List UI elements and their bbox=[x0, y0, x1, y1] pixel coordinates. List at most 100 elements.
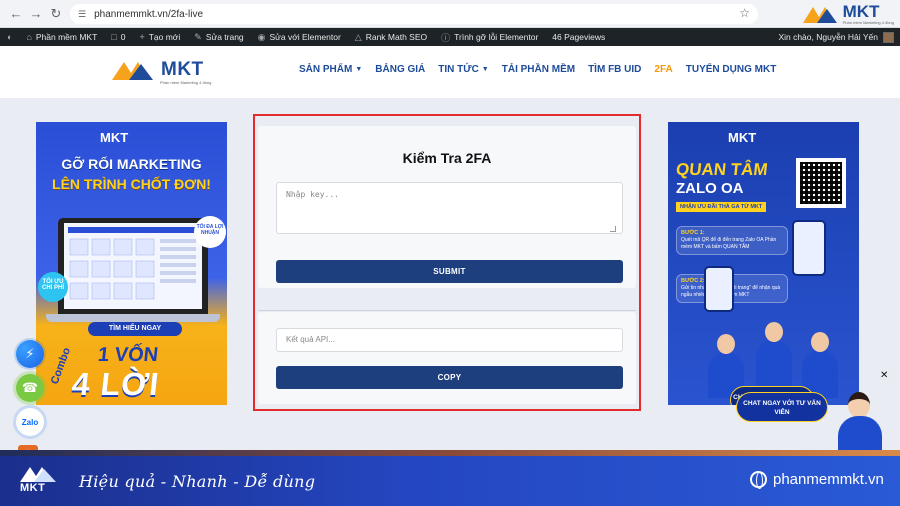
left-banner-big-2: 4 LỜI bbox=[70, 366, 162, 402]
laptop-base bbox=[46, 314, 220, 322]
left-banner-headline-1: GỠ RỐI MARKETING bbox=[61, 156, 202, 172]
nav-label: 2FA bbox=[654, 64, 673, 75]
home-icon: ⌂ bbox=[26, 32, 32, 42]
close-icon[interactable]: ✕ bbox=[880, 370, 888, 381]
nav-label: TÌM FB UID bbox=[588, 64, 642, 75]
footer-website[interactable]: phanmemmkt.vn bbox=[750, 471, 884, 489]
wp-elementor-label: Sửa với Elementor bbox=[269, 32, 341, 42]
bookmark-star-icon[interactable]: ☆ bbox=[739, 6, 750, 20]
reload-icon[interactable]: ↻ bbox=[46, 4, 66, 24]
nav-item-tim-fb-uid[interactable]: TÌM FB UID bbox=[588, 64, 641, 75]
zalo-label: Zalo bbox=[21, 417, 39, 427]
wp-site-name: Phần mềm MKT bbox=[35, 32, 98, 42]
right-banner-headline-1: QUAN TÂM bbox=[675, 160, 769, 179]
wp-elementor-item[interactable]: ◉ Sửa với Elementor bbox=[251, 32, 348, 43]
laptop-illustration bbox=[58, 218, 208, 314]
right-banner-headline-2: ZALO OA bbox=[676, 180, 744, 197]
nav-item-tuyen-dung[interactable]: TUYỂN DỤNG MKT bbox=[686, 64, 777, 75]
address-bar[interactable]: ☰ phanmemmkt.vn/2fa-live ☆ bbox=[70, 4, 758, 24]
main-nav: SẢN PHẨM ▼ BẢNG GIÁ TIN TỨC ▼ TẢI PHẦN MỀM… bbox=[299, 64, 776, 75]
left-promo-banner[interactable]: MKT GỠ RỐI MARKETING LÊN TRÌNH CHỐT ĐƠN!… bbox=[36, 122, 227, 405]
software-grid-illustration bbox=[68, 227, 198, 300]
wp-debugger-item[interactable]: ⓘ Trình gỡ lỗi Elementor bbox=[434, 31, 545, 44]
url-text: phanmemmkt.vn/2fa-live bbox=[94, 8, 204, 20]
nav-item-san-pham[interactable]: SẢN PHẨM ▼ bbox=[299, 64, 362, 75]
comment-icon: □ bbox=[111, 32, 117, 42]
wp-edit-page-item[interactable]: ✎ Sửa trang bbox=[187, 32, 250, 43]
messenger-button[interactable]: ⚡ bbox=[16, 340, 44, 368]
brand-badge-name: MKT bbox=[842, 2, 880, 21]
site-logo-text: MKT bbox=[161, 59, 204, 80]
wp-logo-item[interactable]: ◐ bbox=[0, 32, 19, 42]
step-1-title: BƯỚC 1: bbox=[681, 230, 705, 236]
divider bbox=[258, 310, 636, 311]
right-banner-brand: MKT bbox=[728, 130, 757, 145]
key-input[interactable]: Nhập key... bbox=[276, 182, 623, 234]
left-banner-combo: Combo bbox=[48, 346, 74, 386]
api-result-field[interactable]: Kết quả API... bbox=[276, 328, 623, 352]
2fa-check-card: Kiểm Tra 2FA Nhập key... SUBMIT bbox=[258, 126, 636, 288]
elementor-icon: ◉ bbox=[257, 31, 266, 42]
site-logo-tagline: Phần mềm Marketing 4 đồng bbox=[160, 80, 212, 85]
page-title: Kiểm Tra 2FA bbox=[402, 150, 492, 166]
brand-badge-top: MKT Phần mềm Marketing 4 đồng bbox=[802, 0, 894, 28]
left-banner-brand: MKT bbox=[100, 130, 129, 145]
2fa-highlight-frame: Kiểm Tra 2FA Nhập key... SUBMIT Kết quả … bbox=[253, 114, 641, 411]
back-icon[interactable]: ← bbox=[6, 4, 26, 24]
globe-icon bbox=[750, 471, 767, 489]
wp-pageviews-item[interactable]: 46 Pageviews bbox=[545, 32, 612, 42]
wp-rankmath-label: Rank Math SEO bbox=[365, 32, 428, 42]
wp-new-label: Tạo mới bbox=[148, 32, 181, 42]
submit-button[interactable]: SUBMIT bbox=[276, 260, 623, 283]
wp-edit-page-label: Sửa trang bbox=[205, 32, 244, 42]
right-promo-banner[interactable]: MKT QUAN TÂM ZALO OA NHẬN ƯU ĐÃI THẢ GA … bbox=[668, 122, 859, 405]
footer-website-text: phanmemmkt.vn bbox=[773, 471, 884, 488]
info-icon: ⓘ bbox=[441, 32, 451, 43]
wp-account-menu[interactable]: Xin chào, Nguyễn Hải Yến bbox=[778, 28, 894, 46]
phone-illustration bbox=[704, 266, 734, 312]
site-header: MKT Phần mềm Marketing 4 đồng SẢN PHẨM ▼ … bbox=[0, 46, 900, 98]
wp-greeting: Xin chào, Nguyễn Hải Yến bbox=[778, 32, 878, 42]
left-banner-badge-2: TỐI ƯU CHI PHÍ bbox=[38, 272, 68, 302]
agent-chat-button[interactable]: CHAT NGAY VỚI TƯ VẤN VIÊN bbox=[736, 392, 828, 422]
wp-admin-bar: ◐ ⌂ Phần mềm MKT □ 0 + Tạo mới ✎ Sửa trang ◉… bbox=[0, 28, 900, 46]
site-logo[interactable]: MKT Phần mềm Marketing 4 đồng bbox=[112, 58, 211, 85]
nav-item-2fa[interactable]: 2FA bbox=[654, 64, 672, 75]
nav-item-bang-gia[interactable]: BẢNG GIÁ bbox=[375, 64, 425, 75]
mkt-logo-icon bbox=[20, 467, 56, 482]
learn-more-button[interactable]: TÌM HIỂU NGAY bbox=[88, 322, 182, 336]
forward-icon[interactable]: → bbox=[26, 4, 46, 24]
textarea-resize-grip[interactable] bbox=[610, 226, 616, 232]
wp-new-item[interactable]: + Tạo mới bbox=[132, 32, 187, 42]
edit-icon: ✎ bbox=[194, 31, 202, 42]
nav-item-tai-phan-mem[interactable]: TẢI PHẦN MỀM bbox=[502, 64, 575, 75]
left-banner-big-1: 1 VỐN bbox=[96, 344, 160, 366]
nav-label: BẢNG GIÁ bbox=[375, 64, 426, 75]
messenger-icon: ⚡ bbox=[25, 346, 35, 361]
site-settings-icon[interactable]: ☰ bbox=[78, 9, 86, 20]
mkt-logo-icon bbox=[112, 62, 153, 80]
nav-label: TUYỂN DỤNG MKT bbox=[685, 64, 777, 75]
phone-icon: ☎ bbox=[21, 380, 39, 395]
copy-button[interactable]: COPY bbox=[276, 366, 623, 389]
nav-item-tin-tuc[interactable]: TIN TỨC ▼ bbox=[438, 64, 488, 75]
left-banner-badge-1: TỐI ĐA LỢI NHUẬN bbox=[194, 216, 226, 248]
plus-icon: + bbox=[139, 32, 145, 42]
wordpress-icon: ◐ bbox=[7, 32, 13, 42]
step-1-text: Quét mã QR để đi đến trang Zalo OA Phần … bbox=[681, 237, 777, 250]
wp-rankmath-item[interactable]: △ Rank Math SEO bbox=[348, 32, 434, 43]
footer-slogan: Hiệu quả - Nhanh - Dễ dùng bbox=[79, 472, 316, 491]
mkt-logo-icon bbox=[802, 7, 837, 23]
agent-head bbox=[848, 392, 870, 418]
right-banner-tag: NHẬN ƯU ĐÃI THẢ GA TỪ MKT bbox=[676, 202, 767, 212]
zalo-qr-code[interactable] bbox=[796, 158, 846, 208]
wp-site-name-item[interactable]: ⌂ Phần mềm MKT bbox=[19, 32, 104, 42]
wp-comments-item[interactable]: □ 0 bbox=[104, 32, 132, 42]
phone-button[interactable]: ☎ bbox=[16, 374, 44, 402]
zalo-button[interactable]: Zalo bbox=[16, 408, 44, 436]
rankmath-icon: △ bbox=[354, 31, 362, 42]
laptop-screen bbox=[64, 223, 202, 309]
wp-debugger-label: Trình gỡ lỗi Elementor bbox=[454, 32, 539, 42]
footer-logo: MKT bbox=[18, 464, 62, 500]
wp-pageviews-label: 46 Pageviews bbox=[552, 32, 606, 42]
